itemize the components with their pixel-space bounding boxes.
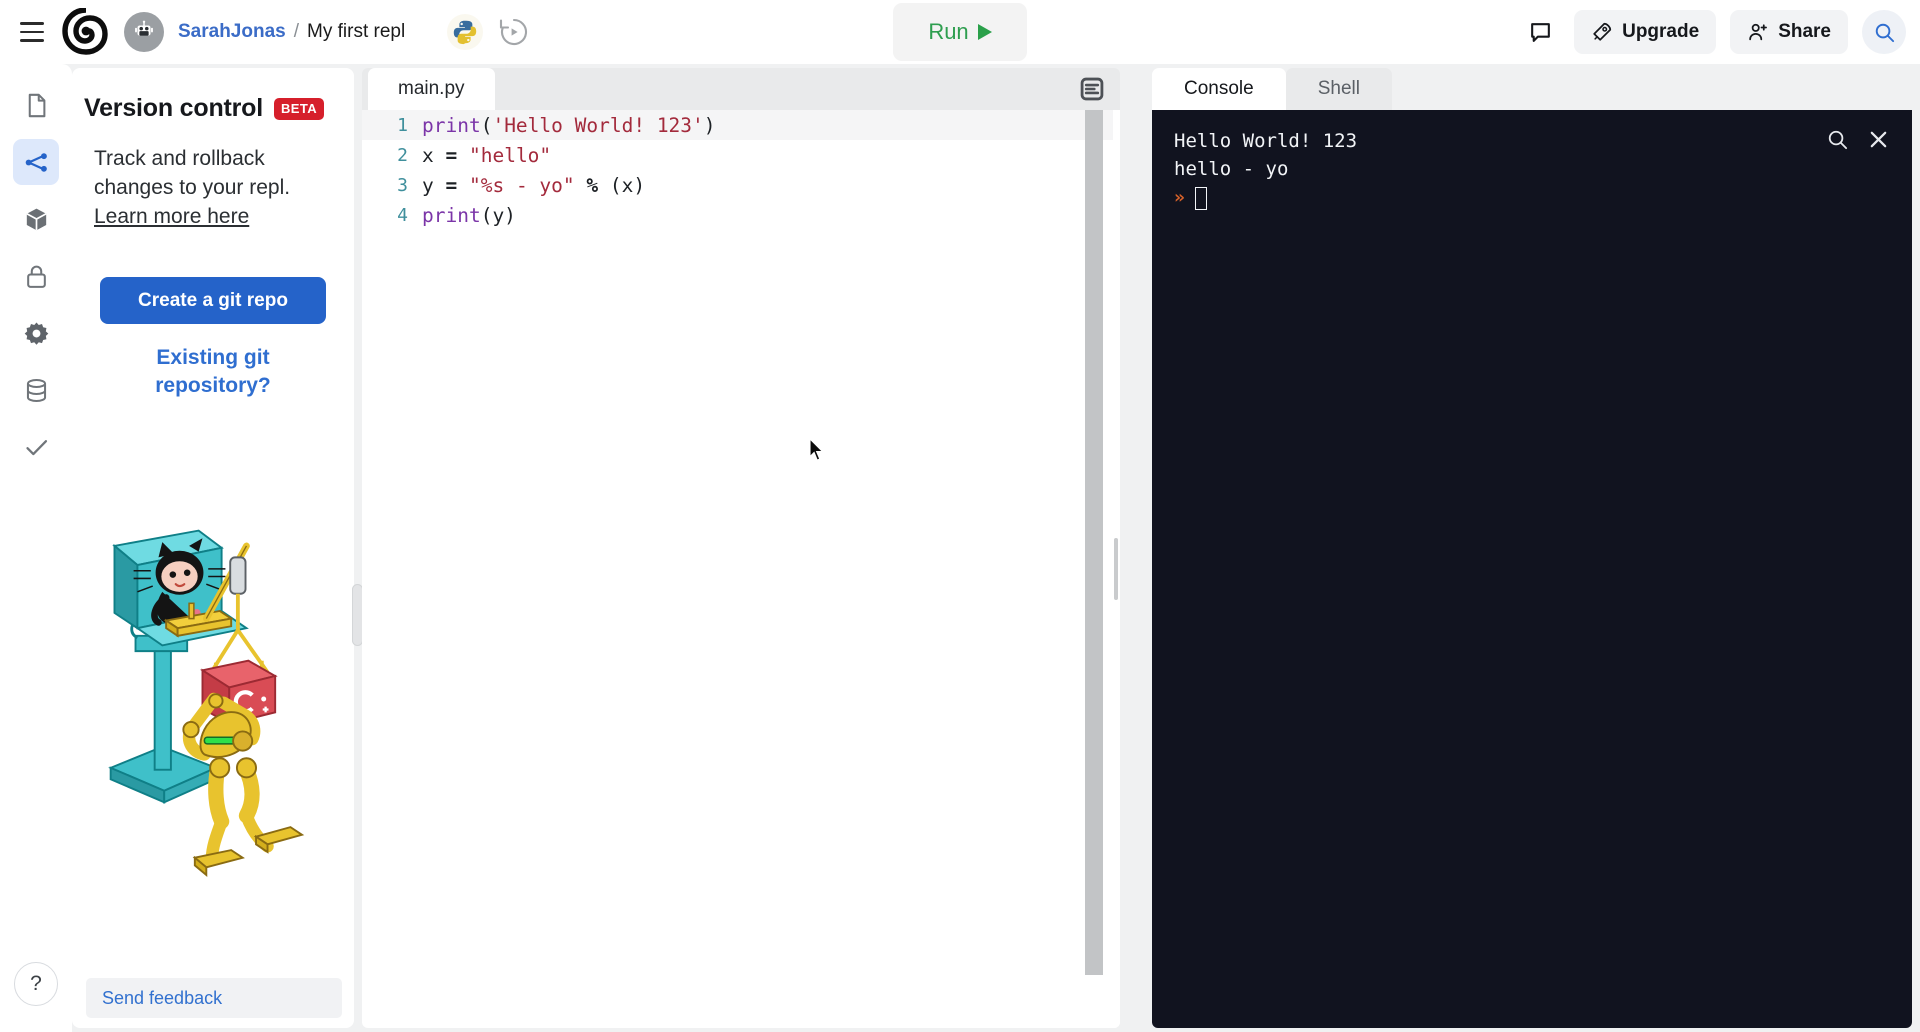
activity-rail: ? [0, 64, 72, 1032]
breadcrumb: SarahJonas / My first repl [178, 13, 405, 51]
upgrade-button-label: Upgrade [1622, 21, 1700, 42]
version-control-panel: Version control BETA Track and rollback … [72, 68, 354, 1028]
rocket-icon [1593, 22, 1612, 41]
robot-avatar-icon[interactable] [124, 12, 164, 52]
console-output[interactable]: Hello World! 123 hello - yo » [1152, 110, 1912, 1028]
sidebar-item-settings[interactable] [13, 310, 59, 356]
breadcrumb-user[interactable]: SarahJonas [178, 21, 286, 43]
checkmark-icon [25, 439, 47, 455]
octocat-crane-robot-illustration [72, 520, 354, 950]
line-number: 3 [397, 174, 408, 196]
learn-more-link[interactable]: Learn more here [94, 205, 249, 228]
create-git-repo-button[interactable]: Create a git repo [100, 277, 326, 325]
line-number: 1 [397, 114, 408, 136]
console-output-line: hello - yo [1174, 157, 1289, 180]
panel-description: Track and rollback changes to your repl.… [72, 123, 354, 231]
line-number: 4 [397, 204, 408, 226]
upgrade-button[interactable]: Upgrade [1574, 10, 1717, 54]
code-text: print(y) [422, 203, 516, 227]
code-line: 4 print(y) [362, 200, 1120, 230]
prompt-arrow-icon: » [1174, 187, 1185, 209]
code-line: 2 x = "hello" [362, 140, 1120, 170]
tab-main-py[interactable]: main.py [368, 68, 495, 110]
header-actions: Upgrade Share [1520, 10, 1906, 54]
run-button[interactable]: Run [893, 3, 1027, 61]
console-prompt-row: » [1174, 185, 1890, 211]
share-button-label: Share [1778, 21, 1831, 42]
play-triangle-icon [977, 24, 992, 40]
share-button[interactable]: Share [1730, 10, 1848, 54]
code-text: x = "hello" [422, 143, 552, 167]
git-branch-icon [25, 152, 47, 172]
console-panel: Console Shell Hello World! 123 hello - y… [1152, 68, 1912, 1028]
sidebar-item-packages[interactable] [13, 196, 59, 242]
format-code-icon[interactable] [1078, 75, 1106, 103]
gear-icon [24, 321, 48, 345]
lock-icon [26, 265, 46, 288]
panel-description-text: Track and rollback changes to your repl. [94, 147, 291, 199]
search-icon[interactable] [1862, 10, 1906, 54]
console-tabbar: Console Shell [1152, 68, 1912, 110]
help-button[interactable]: ? [14, 962, 58, 1006]
code-editor: main.py 1 print('Hello World! 123') 2 x … [362, 68, 1120, 1028]
cube-package-icon [25, 208, 47, 230]
tab-console[interactable]: Console [1152, 68, 1286, 110]
sidebar-item-files[interactable] [13, 82, 59, 128]
python-logo-icon[interactable] [447, 14, 483, 50]
line-number: 2 [397, 144, 408, 166]
hamburger-menu-icon[interactable] [12, 14, 52, 50]
file-icon [28, 93, 45, 117]
console-input-caret[interactable] [1194, 186, 1207, 210]
breadcrumb-separator: / [293, 21, 300, 42]
console-tools [1826, 128, 1890, 160]
code-text: y = "%s - yo" % (x) [422, 173, 646, 197]
mouse-cursor [809, 438, 824, 461]
editor-panel-resize-handle[interactable] [1114, 538, 1118, 600]
existing-git-repository-link[interactable]: Existing git repository? [108, 344, 318, 399]
run-button-label: Run [928, 19, 969, 44]
code-text: print('Hello World! 123') [422, 113, 716, 137]
history-replay-icon[interactable] [497, 15, 531, 49]
editor-vertical-scrollbar[interactable] [1085, 110, 1103, 975]
sidebar-item-secrets[interactable] [13, 253, 59, 299]
comment-bubble-icon[interactable] [1520, 12, 1560, 52]
console-output-line: Hello World! 123 [1174, 130, 1358, 152]
code-line: 1 print('Hello World! 123') [362, 110, 1120, 140]
editor-tabbar: main.py [362, 68, 1120, 110]
console-close-icon[interactable] [1867, 128, 1890, 160]
console-search-icon[interactable] [1826, 128, 1849, 160]
code-area[interactable]: 1 print('Hello World! 123') 2 x = "hello… [362, 110, 1120, 1028]
sidebar-item-version-control[interactable] [13, 139, 59, 185]
tab-shell[interactable]: Shell [1285, 68, 1392, 110]
send-feedback-label: Send feedback [102, 987, 223, 1008]
status-badge: BETA [273, 97, 325, 120]
send-feedback-link[interactable]: Send feedback [86, 978, 342, 1018]
page-title: Version control [84, 94, 263, 122]
sidebar-item-database[interactable] [13, 367, 59, 413]
replit-logo-icon[interactable] [62, 7, 110, 56]
person-plus-icon [1749, 23, 1768, 41]
sidebar-item-checks[interactable] [13, 424, 59, 470]
app-header: SarahJonas / My first repl Run Upgrade S… [0, 0, 1920, 64]
code-line: 3 y = "%s - yo" % (x) [362, 170, 1120, 200]
app-body: ? Version control BETA Track and rollbac… [0, 64, 1920, 1032]
database-icon [26, 378, 46, 402]
panel-header: Version control BETA [72, 68, 354, 123]
breadcrumb-repl-name[interactable]: My first repl [307, 21, 405, 43]
